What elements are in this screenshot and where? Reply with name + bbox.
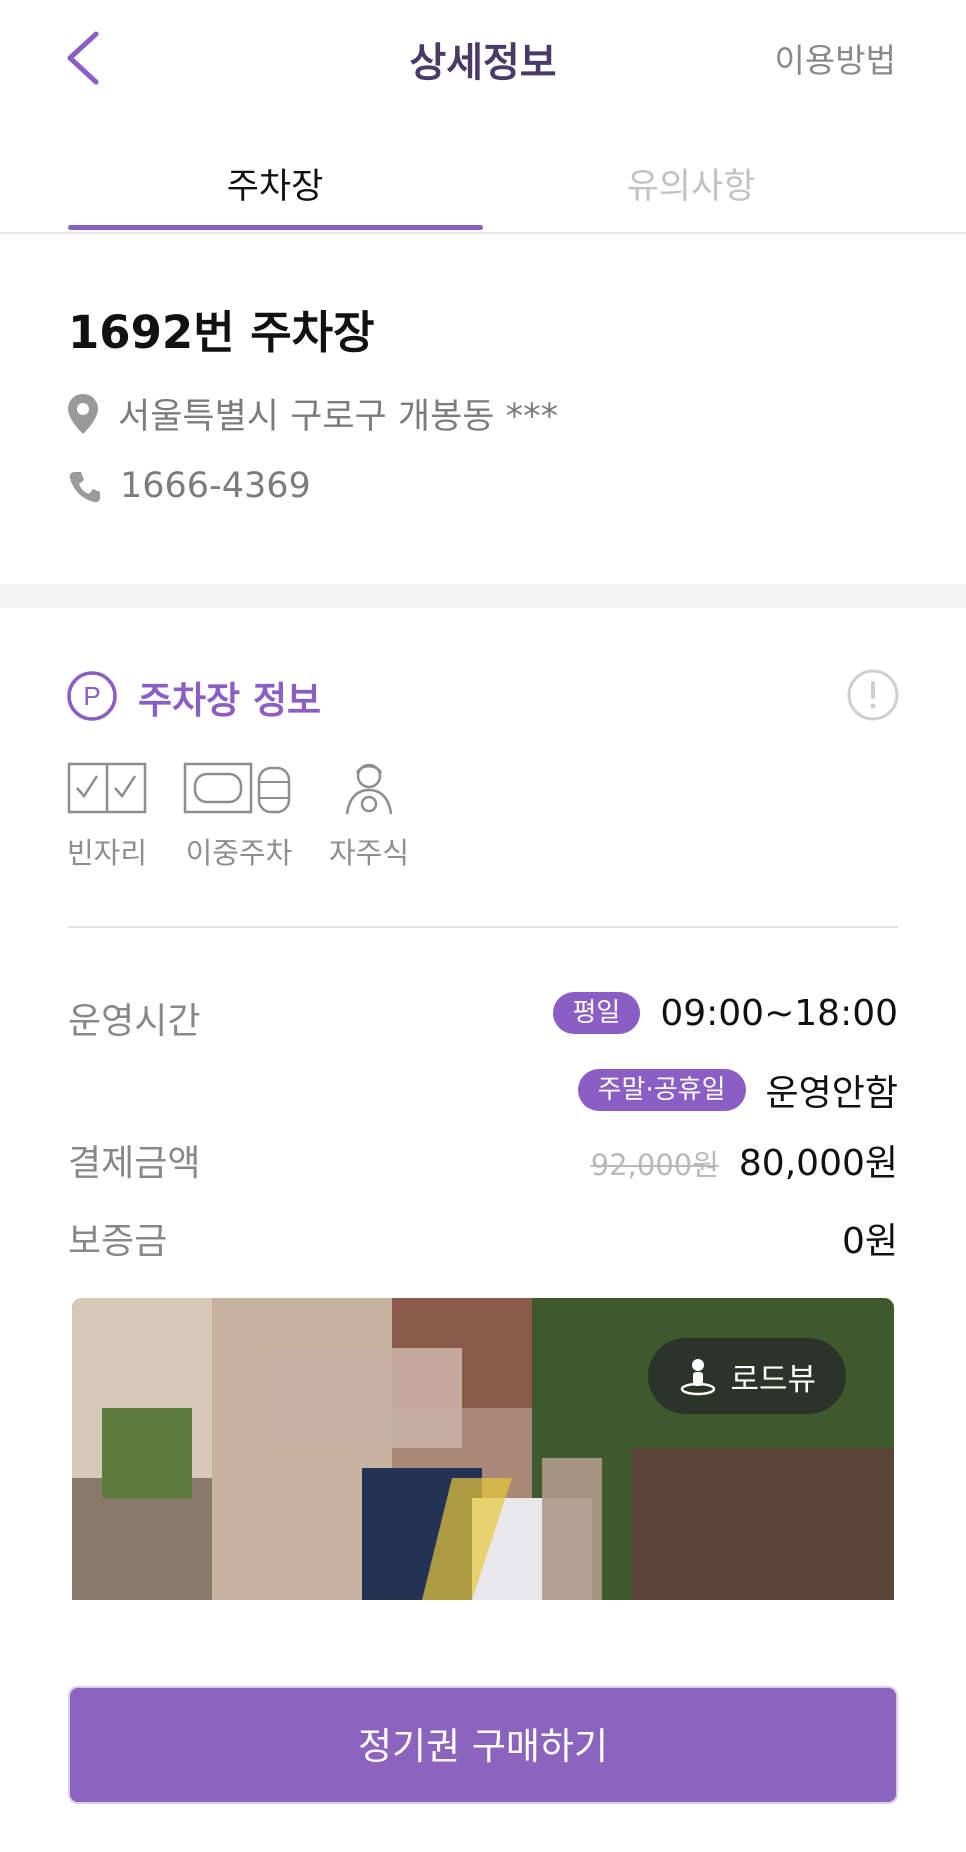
weekend-hours-row: 주말·공휴일 운영안함 — [577, 1064, 898, 1116]
weekend-hours: 운영안함 — [765, 1073, 898, 1114]
lot-phone[interactable]: 1666-4369 — [120, 466, 311, 506]
weekday-badge: 평일 — [552, 992, 641, 1034]
section-separator — [0, 584, 966, 608]
self-parking-icon — [345, 763, 393, 815]
tab-parking-lot[interactable]: 주차장 — [68, 158, 482, 209]
divider — [68, 926, 898, 928]
original-price: 92,000원 — [590, 1148, 719, 1182]
section-title: 주차장 정보 — [138, 679, 322, 722]
hours-label: 운영시간 — [68, 1001, 201, 1042]
feature-double-parking: 이중주차 — [174, 760, 304, 872]
double-parking-icon — [183, 762, 291, 814]
buy-pass-button[interactable]: 정기권 구매하기 — [68, 1686, 898, 1804]
price-label: 결제금액 — [68, 1143, 201, 1184]
feature-label: 이중주차 — [185, 836, 293, 870]
empty-slot-icon — [67, 762, 147, 814]
info-alert-icon[interactable] — [846, 668, 900, 722]
feature-label: 빈자리 — [66, 836, 148, 870]
tab-notes[interactable]: 유의사항 — [484, 158, 898, 209]
roadview-image[interactable]: 로드뷰 — [72, 1298, 894, 1600]
feature-empty-slot: 빈자리 — [52, 760, 162, 872]
price-row: 92,000원 80,000원 — [591, 1134, 898, 1186]
deposit: 0원 — [841, 1221, 898, 1262]
roadview-button[interactable]: 로드뷰 — [648, 1338, 846, 1414]
tab-divider — [0, 232, 966, 234]
lot-name: 1692번 주차장 — [68, 306, 375, 359]
parking-p-icon: P — [67, 671, 117, 721]
weekday-hours: 09:00~18:00 — [660, 992, 898, 1034]
usage-guide-link[interactable]: 이용방법 — [775, 34, 896, 82]
lot-address: 서울특별시 구로구 개봉동 *** — [118, 397, 559, 437]
roadview-label: 로드뷰 — [730, 1361, 816, 1398]
svg-text:P: P — [83, 681, 100, 711]
deposit-label: 보증금 — [68, 1221, 168, 1262]
price: 80,000원 — [738, 1143, 898, 1184]
weekend-badge: 주말·공휴일 — [577, 1069, 746, 1111]
tab-active-indicator — [68, 225, 483, 230]
person-pin-icon — [681, 1359, 716, 1396]
feature-self-parking: 자주식 — [314, 760, 424, 872]
feature-label: 자주식 — [328, 836, 410, 870]
location-pin-icon — [68, 394, 98, 434]
weekday-hours-row: 평일 09:00~18:00 — [552, 992, 898, 1034]
phone-icon — [69, 472, 100, 503]
